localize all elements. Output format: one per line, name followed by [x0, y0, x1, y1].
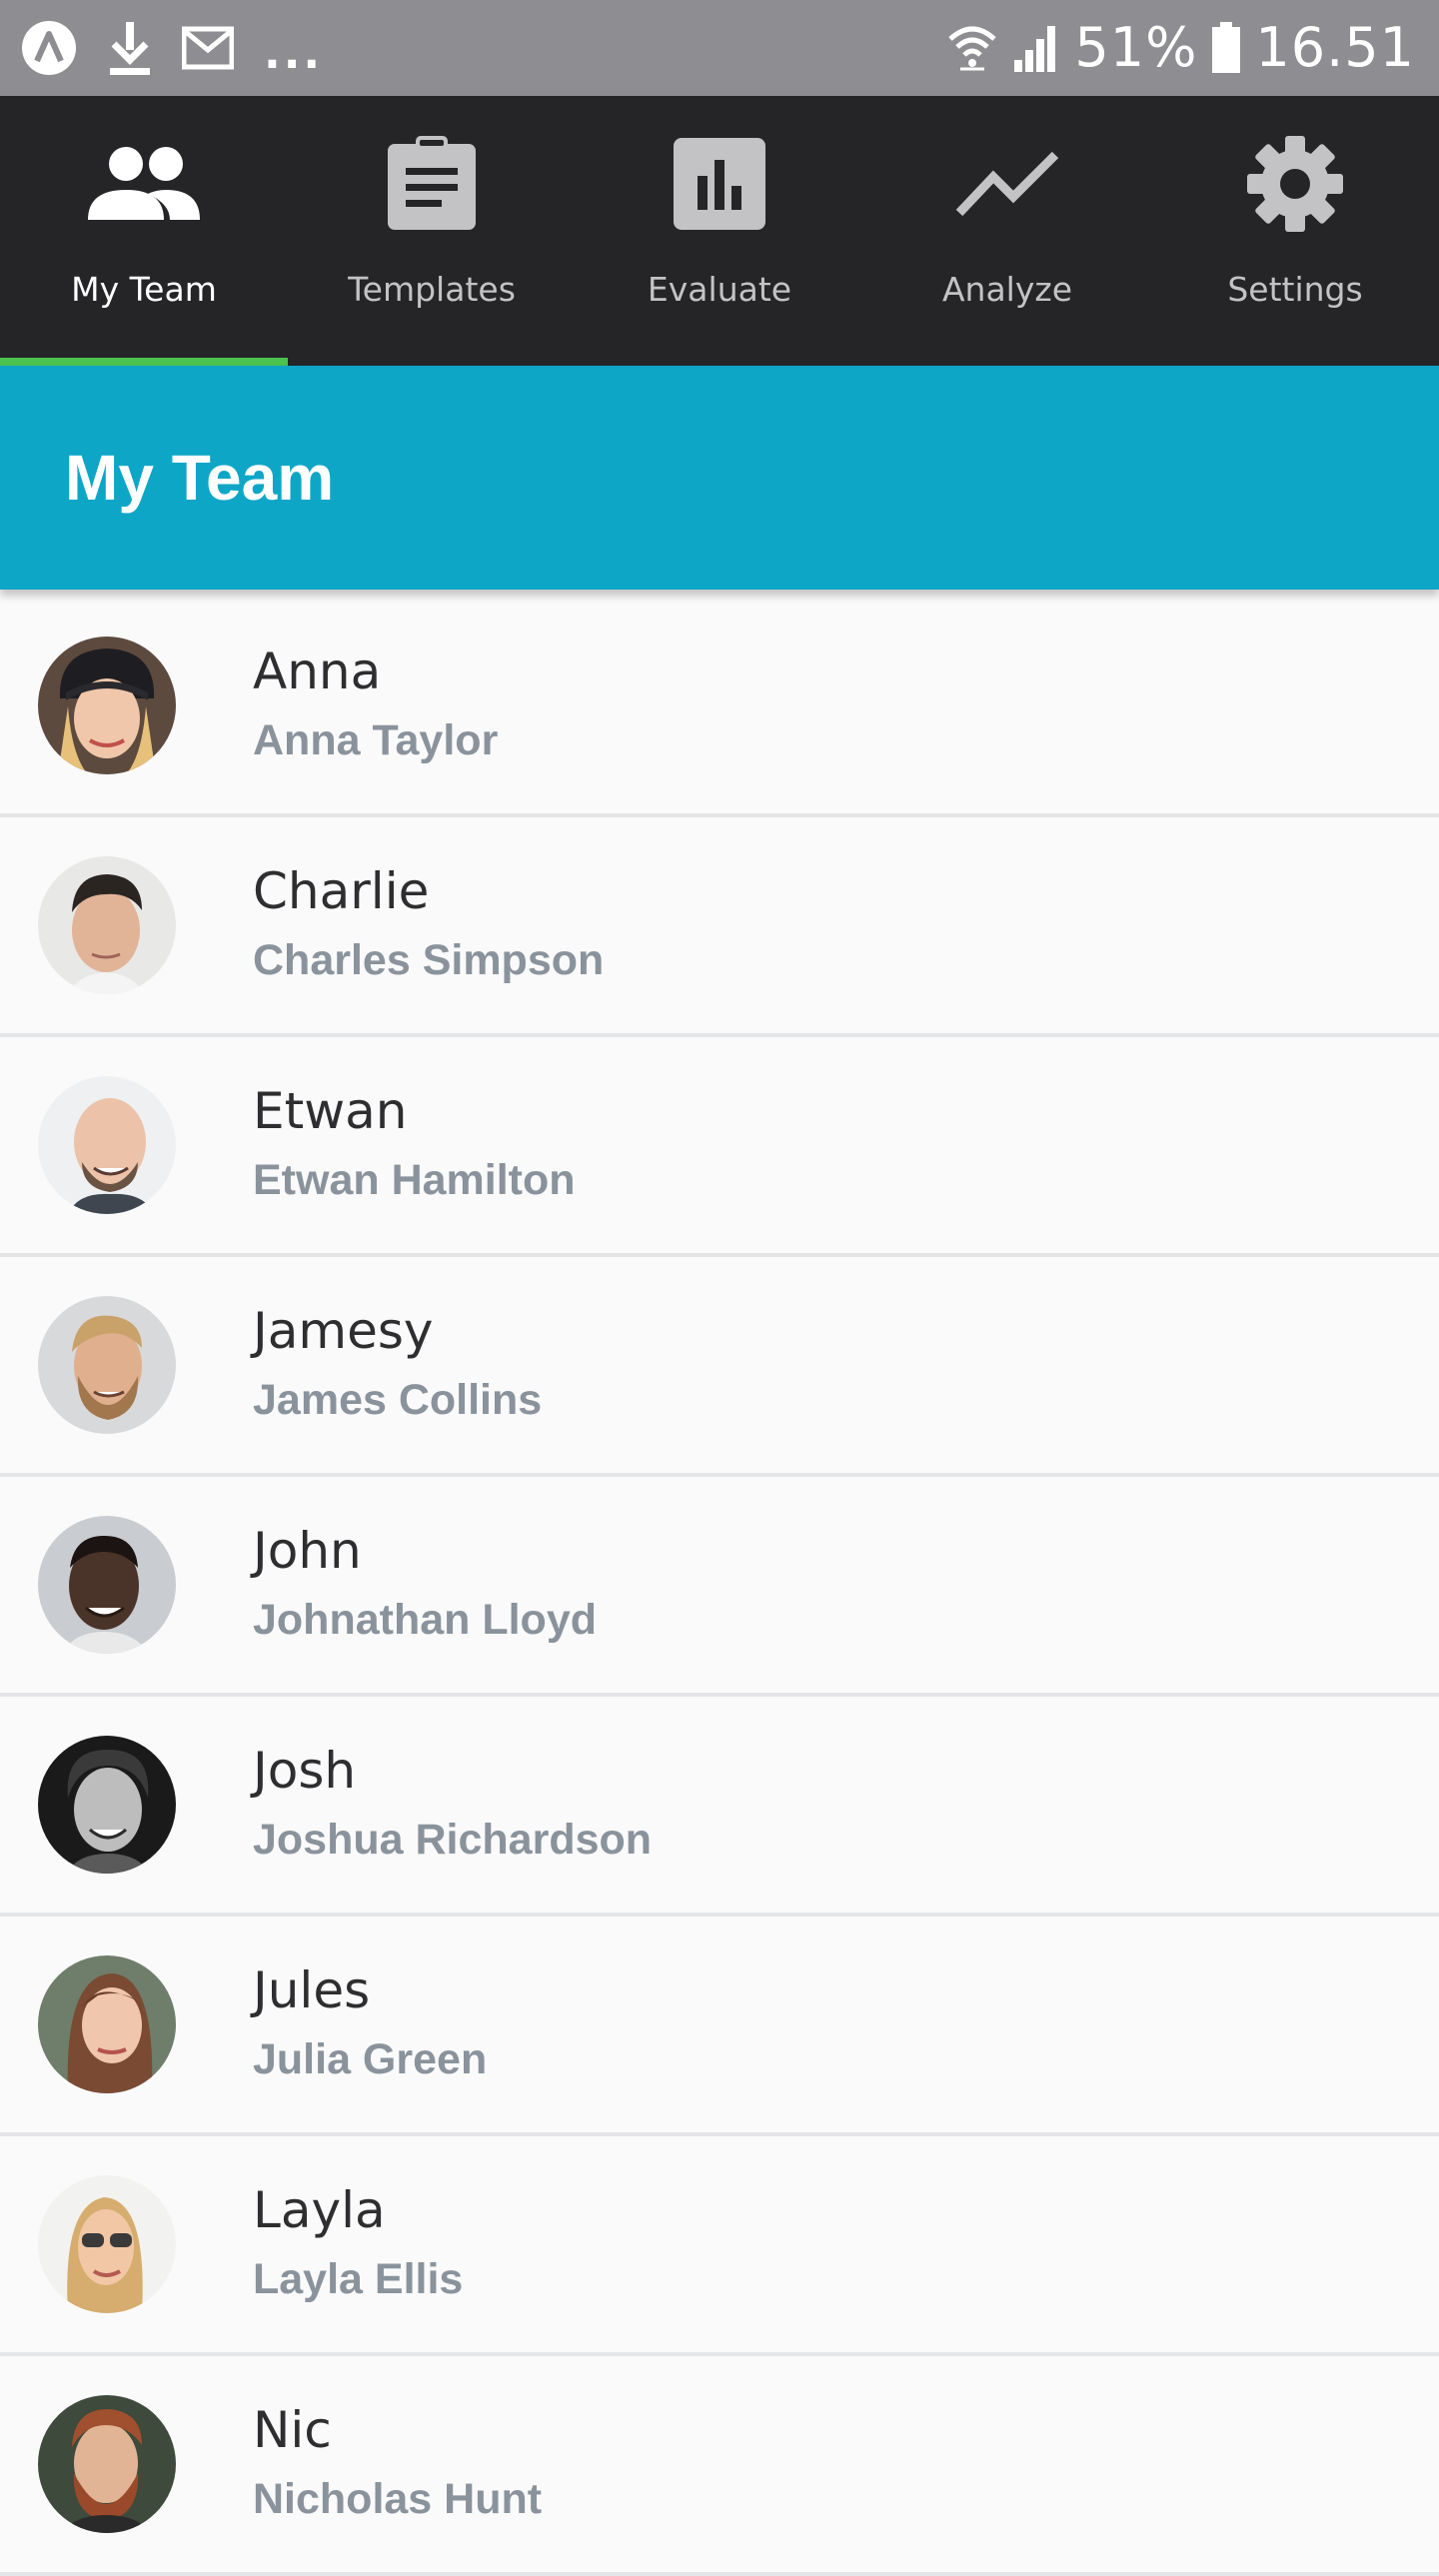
avatar — [38, 1296, 176, 1434]
team-member-row[interactable]: Layla Layla Ellis — [0, 2136, 1439, 2356]
member-text: Josh Joshua Richardson — [253, 1745, 652, 1865]
member-text: Jules Julia Green — [253, 1964, 487, 2084]
trend-line-icon — [955, 126, 1059, 242]
member-nickname: Jules — [253, 1961, 371, 2020]
signal-icon — [1012, 22, 1060, 74]
clock: 16.51 — [1255, 16, 1415, 79]
download-icon — [108, 20, 152, 76]
avatar — [38, 1076, 176, 1214]
page-title: My Team — [65, 442, 335, 514]
nav-evaluate[interactable]: Evaluate — [576, 96, 863, 366]
member-nickname: Etwan — [253, 1082, 408, 1141]
avatar — [38, 637, 176, 774]
member-nickname: Layla — [253, 2181, 386, 2240]
team-member-row[interactable]: Anna Anna Taylor — [0, 598, 1439, 817]
status-bar: ... 51% 16.51 — [0, 0, 1439, 96]
team-member-row[interactable]: Josh Joshua Richardson — [0, 1697, 1439, 1917]
people-icon — [86, 126, 202, 242]
member-full-name: Nicholas Hunt — [253, 2474, 543, 2523]
member-full-name: Charles Simpson — [253, 935, 605, 984]
team-member-row[interactable]: Jules Julia Green — [0, 1917, 1439, 2136]
team-member-row[interactable]: John Johnathan Lloyd — [0, 1477, 1439, 1697]
member-text: John Johnathan Lloyd — [253, 1525, 597, 1645]
bar-chart-icon — [674, 126, 765, 242]
team-list: Anna Anna Taylor Charlie Charles Simpson — [0, 598, 1439, 2576]
active-tab-indicator — [0, 358, 288, 366]
member-text: Jamesy James Collins — [253, 1305, 542, 1425]
member-nickname: Jamesy — [253, 1302, 434, 1361]
member-text: Nic Nicholas Hunt — [253, 2404, 542, 2524]
member-full-name: Anna Taylor — [253, 715, 499, 764]
member-full-name: Johnathan Lloyd — [253, 1595, 597, 1644]
member-full-name: Layla Ellis — [253, 2254, 464, 2303]
status-left-icons: ... — [20, 18, 946, 79]
avatar — [38, 2175, 176, 2313]
avatar — [38, 1736, 176, 1874]
gear-icon — [1245, 126, 1345, 242]
nav-analyze[interactable]: Analyze — [863, 96, 1151, 366]
nav-label: Settings — [1227, 270, 1363, 309]
avatar — [38, 1516, 176, 1654]
member-nickname: John — [253, 1522, 362, 1581]
nav-label: Templates — [348, 270, 516, 309]
member-full-name: James Collins — [253, 1375, 543, 1424]
status-right-icons: 51% 16.51 — [946, 21, 1415, 75]
avatar — [38, 2395, 176, 2533]
member-nickname: Nic — [253, 2401, 332, 2460]
app-icon — [20, 19, 78, 77]
page-header: My Team — [0, 366, 1439, 590]
member-nickname: Josh — [253, 1742, 357, 1801]
team-member-row[interactable]: Jamesy James Collins — [0, 1257, 1439, 1477]
nav-my-team[interactable]: My Team — [0, 96, 288, 366]
member-text: Charlie Charles Simpson — [253, 865, 604, 985]
top-nav: My Team Templates Evaluate Analyze Setti… — [0, 96, 1439, 366]
nav-label: Evaluate — [647, 270, 792, 309]
wifi-icon — [946, 21, 998, 75]
member-text: Anna Anna Taylor — [253, 645, 498, 765]
battery-icon — [1211, 22, 1241, 74]
member-text: Layla Layla Ellis — [253, 2184, 463, 2304]
member-nickname: Anna — [253, 643, 382, 701]
member-full-name: Julia Green — [253, 2034, 488, 2083]
more-notifications: ... — [264, 27, 324, 79]
clipboard-icon — [386, 126, 478, 242]
team-member-row[interactable]: Nic Nicholas Hunt — [0, 2356, 1439, 2576]
member-nickname: Charlie — [253, 862, 430, 921]
member-full-name: Joshua Richardson — [253, 1815, 653, 1864]
member-text: Etwan Etwan Hamilton — [253, 1085, 576, 1205]
member-full-name: Etwan Hamilton — [253, 1155, 576, 1204]
battery-percent: 51% — [1074, 16, 1198, 79]
team-member-row[interactable]: Charlie Charles Simpson — [0, 817, 1439, 1037]
gmail-icon — [182, 26, 234, 70]
nav-label: My Team — [71, 270, 217, 309]
nav-settings[interactable]: Settings — [1151, 96, 1439, 366]
avatar — [38, 1955, 176, 2093]
team-member-row[interactable]: Etwan Etwan Hamilton — [0, 1037, 1439, 1257]
nav-templates[interactable]: Templates — [288, 96, 576, 366]
nav-label: Analyze — [941, 270, 1073, 309]
avatar — [38, 856, 176, 994]
